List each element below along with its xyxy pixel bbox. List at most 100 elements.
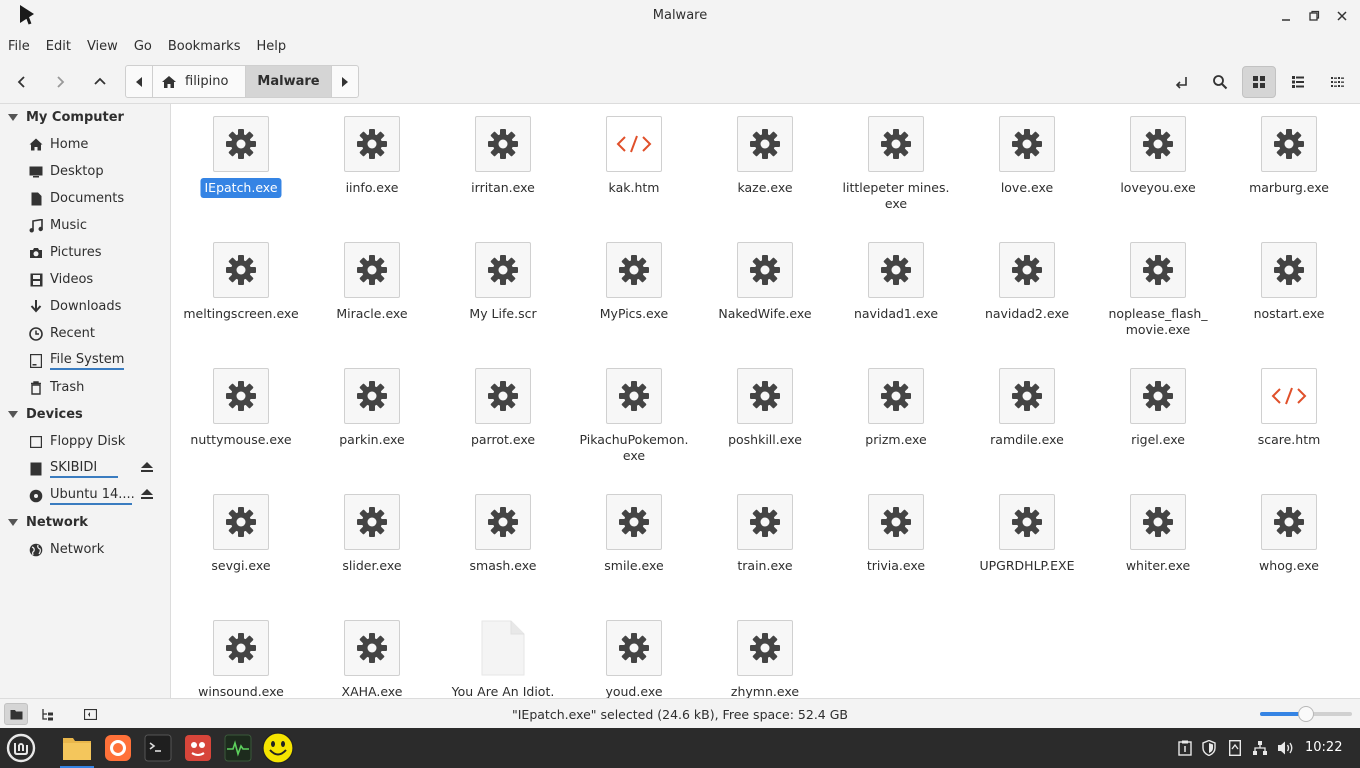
file-item[interactable]: kaze.exe — [705, 104, 825, 230]
file-item[interactable]: navidad1.exe — [836, 230, 956, 356]
breadcrumb-malware[interactable]: Malware — [246, 66, 332, 97]
mint-menu-button[interactable] — [4, 731, 38, 765]
file-item[interactable]: smash.exe — [443, 482, 563, 608]
menu-edit[interactable]: Edit — [46, 39, 71, 54]
file-item[interactable]: ramdile.exe — [967, 356, 1087, 482]
breadcrumb-forward-button[interactable] — [332, 66, 358, 97]
file-item[interactable]: kak.htm — [574, 104, 694, 230]
eject-icon[interactable] — [140, 461, 154, 477]
file-item[interactable]: poshkill.exe — [705, 356, 825, 482]
eject-icon[interactable] — [140, 488, 154, 504]
file-item[interactable]: IEpatch.exe — [181, 104, 301, 230]
terminal-taskbar-button[interactable] — [141, 731, 175, 765]
file-item[interactable]: XAHA.exe — [312, 608, 432, 698]
list-view-button[interactable] — [1284, 68, 1312, 96]
file-item[interactable]: youd.exe — [574, 608, 694, 698]
file-item[interactable]: parrot.exe — [443, 356, 563, 482]
menu-view[interactable]: View — [87, 39, 118, 54]
sidebar-item-file-system[interactable]: File System — [28, 347, 168, 374]
icon-view-button[interactable] — [1242, 66, 1276, 98]
file-item[interactable]: littlepeter mines. exe — [836, 104, 956, 230]
file-item[interactable]: sevgi.exe — [181, 482, 301, 608]
close-button[interactable] — [1334, 8, 1350, 24]
menu-go[interactable]: Go — [134, 39, 152, 54]
file-item[interactable]: parkin.exe — [312, 356, 432, 482]
compact-list-icon — [1331, 77, 1344, 87]
volume-tray-icon[interactable] — [1276, 738, 1296, 758]
clipboard-tray-icon[interactable] — [1175, 738, 1195, 758]
updates-tray-icon[interactable] — [1225, 738, 1245, 758]
shield-tray-icon[interactable] — [1199, 738, 1219, 758]
section-devices[interactable]: Devices — [0, 401, 83, 428]
file-item[interactable]: winsound.exe — [181, 608, 301, 698]
menu-bookmarks[interactable]: Bookmarks — [168, 39, 241, 54]
menu-file[interactable]: File — [8, 39, 30, 54]
breadcrumb-filipino[interactable]: filipino — [153, 66, 246, 97]
file-item[interactable]: irritan.exe — [443, 104, 563, 230]
sidebar-item-network[interactable]: Network — [28, 536, 168, 563]
maximize-button[interactable] — [1306, 8, 1322, 24]
clock[interactable]: 10:22 — [1305, 740, 1342, 755]
file-item[interactable]: You Are An Idiot. — [443, 608, 563, 698]
gear-icon — [619, 507, 649, 537]
file-item[interactable]: noplease_flash_ movie.exe — [1098, 230, 1218, 356]
file-item[interactable]: scare.htm — [1229, 356, 1349, 482]
sidebar-item-floppy-disk[interactable]: Floppy Disk — [28, 428, 168, 455]
file-item[interactable]: rigel.exe — [1098, 356, 1218, 482]
file-item[interactable]: smile.exe — [574, 482, 694, 608]
section-my-computer[interactable]: My Computer — [0, 104, 124, 131]
file-item[interactable]: train.exe — [705, 482, 825, 608]
compact-view-button[interactable] — [1323, 68, 1351, 96]
sidebar-item-trash[interactable]: Trash — [28, 374, 168, 401]
sidebar-item-skibidi[interactable]: SKIBIDI — [28, 455, 168, 482]
zoom-slider-handle[interactable] — [1298, 706, 1314, 722]
search-button[interactable] — [1206, 68, 1234, 96]
gear-icon — [357, 507, 387, 537]
up-button[interactable] — [86, 68, 114, 96]
file-item[interactable]: NakedWife.exe — [705, 230, 825, 356]
files-taskbar-button[interactable] — [60, 731, 94, 768]
file-item[interactable]: PikachuPokemon. exe — [574, 356, 694, 482]
file-item[interactable]: marburg.exe — [1229, 104, 1349, 230]
breadcrumb-back-button[interactable] — [126, 66, 153, 97]
file-item[interactable]: My Life.scr — [443, 230, 563, 356]
toggle-location-button[interactable] — [1168, 68, 1196, 96]
file-item[interactable]: loveyou.exe — [1098, 104, 1218, 230]
sidebar-item-downloads[interactable]: Downloads — [28, 293, 168, 320]
gimp-taskbar-button[interactable] — [181, 731, 215, 765]
network-tray-icon[interactable] — [1250, 738, 1270, 758]
back-button[interactable] — [8, 68, 36, 96]
section-network[interactable]: Network — [0, 509, 88, 536]
sidebar-item-videos[interactable]: Videos — [28, 266, 168, 293]
file-item[interactable]: MyPics.exe — [574, 230, 694, 356]
firefox-taskbar-button[interactable] — [101, 731, 135, 765]
file-item[interactable]: prizm.exe — [836, 356, 956, 482]
sidebar-item-documents[interactable]: Documents — [28, 185, 168, 212]
system-monitor-taskbar-button[interactable] — [221, 731, 255, 765]
file-item[interactable]: zhymn.exe — [705, 608, 825, 698]
file-item[interactable]: UPGRDHLP.EXE — [967, 482, 1087, 608]
forward-button[interactable] — [46, 68, 74, 96]
sidebar-item-recent[interactable]: Recent — [28, 320, 168, 347]
menu-help[interactable]: Help — [256, 39, 286, 54]
file-item[interactable]: nostart.exe — [1229, 230, 1349, 356]
minimize-button[interactable] — [1278, 8, 1294, 24]
file-item[interactable]: love.exe — [967, 104, 1087, 230]
file-item[interactable]: meltingscreen.exe — [181, 230, 301, 356]
file-name: UPGRDHLP.EXE — [979, 558, 1075, 573]
sidebar-item-desktop[interactable]: Desktop — [28, 158, 168, 185]
smiley-taskbar-button[interactable] — [261, 731, 295, 765]
file-item[interactable]: slider.exe — [312, 482, 432, 608]
file-item[interactable]: Miracle.exe — [312, 230, 432, 356]
file-item[interactable]: iinfo.exe — [312, 104, 432, 230]
file-item[interactable]: nuttymouse.exe — [181, 356, 301, 482]
file-item[interactable]: navidad2.exe — [967, 230, 1087, 356]
sidebar-item-home[interactable]: Home — [28, 131, 168, 158]
file-item[interactable]: trivia.exe — [836, 482, 956, 608]
sidebar-item-pictures[interactable]: Pictures — [28, 239, 168, 266]
zoom-slider[interactable] — [1260, 706, 1352, 722]
sidebar-item-ubuntu[interactable]: Ubuntu 14.... — [28, 482, 168, 509]
sidebar-item-music[interactable]: Music — [28, 212, 168, 239]
file-item[interactable]: whog.exe — [1229, 482, 1349, 608]
file-item[interactable]: whiter.exe — [1098, 482, 1218, 608]
